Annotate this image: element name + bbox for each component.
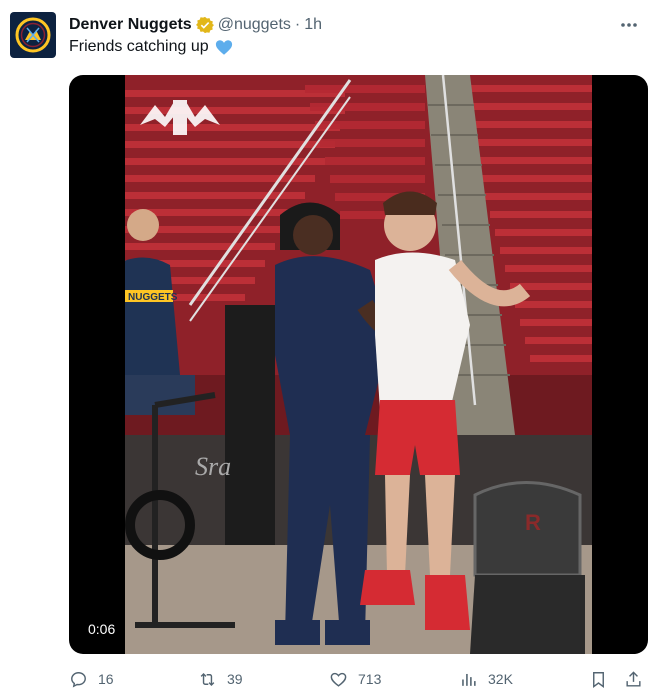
background-text: Sra xyxy=(195,452,231,481)
bookmark-icon xyxy=(593,671,604,688)
tweet-text: Friends catching up xyxy=(69,38,233,56)
tweet-body: Friends catching up xyxy=(69,38,209,55)
like-count: 713 xyxy=(358,671,382,687)
bookmark-button[interactable] xyxy=(589,664,608,694)
like-button[interactable]: 713 xyxy=(329,664,381,694)
views-count: 32K xyxy=(488,671,513,687)
video-duration: 0:06 xyxy=(81,618,123,640)
courtside-chair: R xyxy=(470,481,585,654)
verified-icon[interactable] xyxy=(195,16,214,34)
views-icon xyxy=(462,673,476,686)
video-player[interactable]: NUGGETS Sra R 0:06 xyxy=(69,75,648,654)
author-name[interactable]: Denver Nuggets xyxy=(69,16,192,34)
reply-button[interactable]: 16 xyxy=(69,664,114,694)
like-icon xyxy=(330,672,347,687)
reply-icon xyxy=(71,671,86,688)
retweet-count: 39 xyxy=(227,671,243,687)
retweet-button[interactable]: 39 xyxy=(198,664,243,694)
views-button[interactable]: 32K xyxy=(459,664,513,694)
chair-logo: R xyxy=(525,510,541,535)
author-handle[interactable]: @nuggets xyxy=(218,16,291,34)
share-icon xyxy=(626,670,641,687)
timestamp[interactable]: 1h xyxy=(304,16,322,34)
tweet: Denver Nuggets @nuggets · 1h Friends cat… xyxy=(0,0,660,698)
avatar[interactable] xyxy=(10,12,56,58)
more-icon[interactable] xyxy=(618,14,640,36)
separator-dot: · xyxy=(294,16,301,33)
nuggets-logo-icon xyxy=(15,17,51,53)
reply-count: 16 xyxy=(98,671,114,687)
jersey-text: NUGGETS xyxy=(128,292,178,303)
share-button[interactable] xyxy=(624,664,643,694)
action-bar: 16 39 713 32K xyxy=(69,664,644,694)
tweet-header: Denver Nuggets @nuggets · 1h xyxy=(69,14,640,36)
retweet-icon xyxy=(200,672,215,686)
blue-heart-icon xyxy=(215,39,233,56)
video-frame[interactable]: NUGGETS Sra R xyxy=(125,75,592,654)
